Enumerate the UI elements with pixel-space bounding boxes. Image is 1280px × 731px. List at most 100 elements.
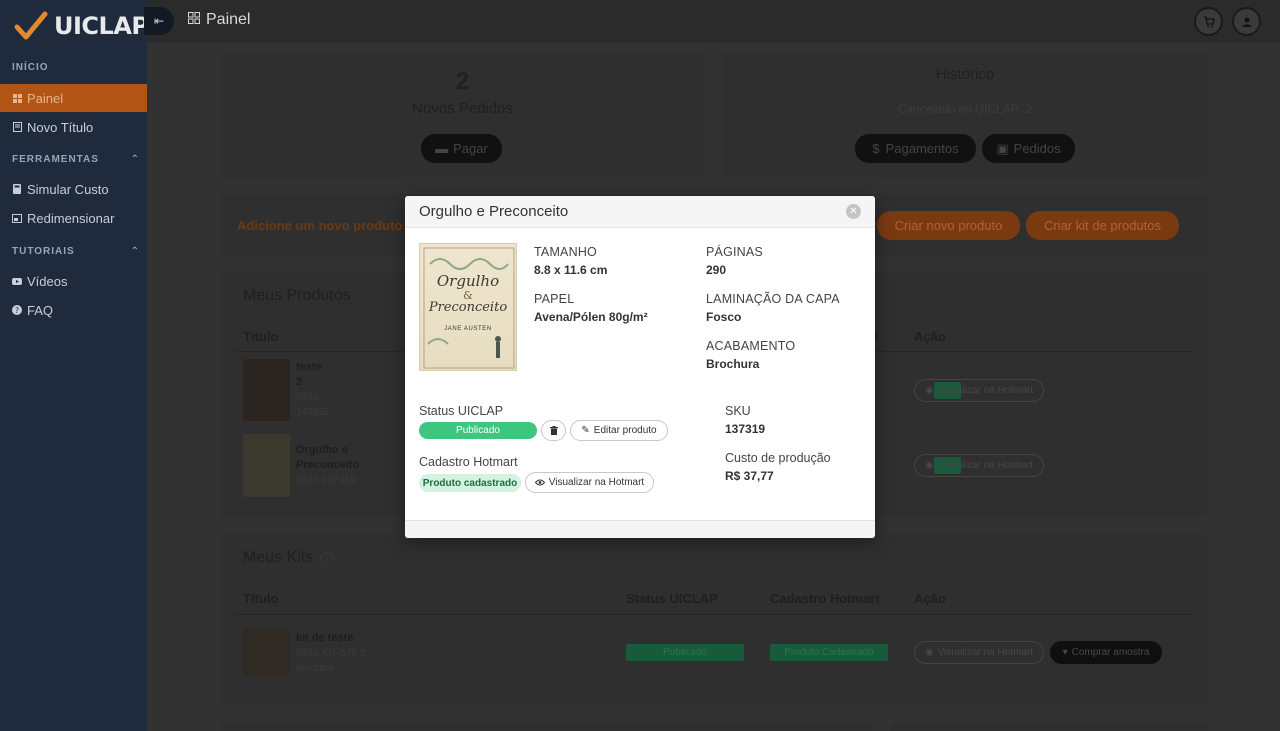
create-kit-button[interactable]: Criar kit de produtos (1026, 211, 1179, 240)
orders-count: 2 (455, 68, 470, 95)
history-title: Histórico (935, 66, 995, 83)
product-details-modal: Orgulho e Preconceito ✕ Orgulho & Precon… (405, 196, 875, 538)
pay-button[interactable]: ▬ Pagar (421, 134, 502, 163)
sidebar: UICLAP INÍCIO Painel Novo Título FERRAME… (0, 0, 149, 731)
document-icon (12, 122, 22, 132)
kit-count: 2 (359, 648, 366, 659)
logo[interactable]: UICLAP (14, 10, 149, 42)
grid-icon (188, 11, 200, 29)
production-cost-value: R$ 37,77 (725, 469, 774, 483)
hotmart-status-badge: Produto cadastrado (419, 474, 521, 492)
finish-label: ACABAMENTO (706, 339, 796, 353)
paper-value: Avena/Pólen 80g/m² (534, 310, 648, 324)
status-uiclap-label: Status UICLAP (419, 404, 504, 418)
cart-icon (1203, 15, 1215, 27)
cart-icon: ▾ (1062, 647, 1068, 658)
status-badge: Publicado (419, 422, 537, 439)
eye-icon: ◉ (924, 385, 934, 396)
product-thumbnail[interactable] (243, 434, 290, 497)
orders-button[interactable]: ▣ Pedidos (982, 134, 1075, 163)
cart-button[interactable] (1194, 7, 1223, 36)
sidebar-section-ferramentas[interactable]: FERRAMENTAS ⌃ (12, 154, 140, 165)
kit-count-label: produtos (296, 663, 335, 674)
product-title: Preconceito (296, 459, 359, 471)
collapse-sidebar-button[interactable]: ⇤ (144, 7, 174, 35)
bag-icon: ▣ (996, 140, 1009, 156)
kit-thumbnail[interactable] (243, 628, 290, 676)
card-icon: ▬ (435, 141, 449, 156)
youtube-icon (12, 276, 22, 286)
payments-button[interactable]: $ Pagamentos (855, 134, 976, 163)
sidebar-item-novo-titulo[interactable]: Novo Título (0, 113, 147, 141)
modal-header: Orgulho e Preconceito ✕ (405, 196, 875, 228)
grid-icon (12, 93, 22, 103)
history-text: Cancelado na UICLAP: 2 (897, 102, 1033, 116)
create-product-button[interactable]: Criar novo produto (877, 211, 1020, 240)
eye-icon: ◉ (924, 647, 934, 658)
cover-title-line-1: Orgulho (436, 272, 500, 290)
sidebar-item-painel[interactable]: Painel (0, 84, 147, 112)
question-icon: ? (12, 305, 22, 315)
trash-icon (549, 426, 558, 435)
edit-product-button[interactable]: ✎ Editar produto (570, 420, 668, 441)
kit-status-badge: Publicado (626, 644, 744, 661)
products-header-title: Título (243, 329, 279, 344)
delete-button[interactable] (541, 420, 566, 441)
view-hotmart-button[interactable]: ◉ Visualizar na Hotmart (914, 454, 1044, 477)
bottom-card (220, 722, 872, 731)
product-sku: SKU: 137319 (296, 475, 356, 486)
sidebar-item-videos[interactable]: Vídeos (0, 267, 147, 295)
product-title: teste (296, 361, 322, 373)
kit-hotmart-badge: Produto Cadastrado (770, 644, 888, 661)
products-title: Meus Produtos (243, 287, 351, 304)
cover-author: JANE AUSTEN (444, 326, 492, 332)
view-hotmart-button[interactable]: Visualizar na Hotmart (525, 472, 654, 493)
calculator-icon (12, 184, 22, 194)
product-thumbnail[interactable] (243, 359, 290, 421)
close-icon: ✕ (849, 206, 858, 217)
sidebar-section-inicio: INÍCIO (12, 62, 49, 73)
sidebar-item-simular-custo[interactable]: Simular Custo (0, 175, 147, 203)
chevron-up-icon: ⌃ (130, 246, 140, 257)
book-cover-image: Orgulho & Preconceito JANE AUSTEN (419, 243, 517, 371)
sku-label: SKU (725, 404, 751, 418)
buy-sample-button[interactable]: ▾ Comprar amostra (1050, 641, 1162, 664)
user-menu-button[interactable] (1232, 7, 1261, 36)
modal-title: Orgulho e Preconceito (419, 203, 569, 220)
production-cost-label: Custo de produção (725, 451, 831, 465)
user-icon (1242, 17, 1251, 27)
kits-header-action: Ação (914, 591, 946, 606)
info-icon[interactable]: i (320, 551, 334, 565)
kit-title: kit de teste (296, 632, 354, 644)
sidebar-section-tutoriais[interactable]: TUTORIAIS ⌃ (12, 246, 140, 257)
kits-header-title: Título (243, 591, 279, 606)
view-hotmart-button[interactable]: ◉ Visualizar na Hotmart (914, 641, 1044, 664)
divider (235, 614, 1192, 615)
logo-text: UICLAP (54, 12, 149, 40)
add-product-text: Adicione um novo produto (237, 218, 403, 233)
hotmart-label: Cadastro Hotmart (419, 455, 518, 469)
collapse-left-icon: ⇤ (153, 14, 165, 28)
close-button[interactable]: ✕ (846, 204, 861, 219)
resize-icon (12, 213, 22, 223)
product-sku: 146832 (296, 407, 330, 418)
pages-label: PÁGINAS (706, 245, 763, 259)
kits-header-status: Status UICLAP (626, 591, 718, 606)
kits-title: Meus Kits (243, 549, 314, 566)
size-value: 8.8 x 11.6 cm (534, 263, 608, 277)
cover-title-line-2: Preconceito (428, 300, 508, 315)
view-hotmart-button[interactable]: ◉ Visualizar na Hotmart (914, 379, 1044, 402)
bottom-card (890, 722, 1207, 731)
eye-icon (534, 479, 545, 486)
top-bar (147, 0, 1280, 42)
svg-text:?: ? (15, 306, 19, 315)
sku-value: 137319 (725, 422, 766, 436)
sidebar-item-faq[interactable]: ? FAQ (0, 296, 147, 324)
checkmark-logo-icon (14, 11, 48, 40)
sidebar-item-redimensionar[interactable]: Redimensionar (0, 204, 147, 232)
size-label: TAMANHO (534, 245, 597, 259)
orders-label: Novos Pedidos (412, 100, 513, 117)
finish-value: Brochura (706, 357, 760, 371)
page-title: Painel (188, 11, 250, 29)
modal-footer (405, 520, 875, 538)
